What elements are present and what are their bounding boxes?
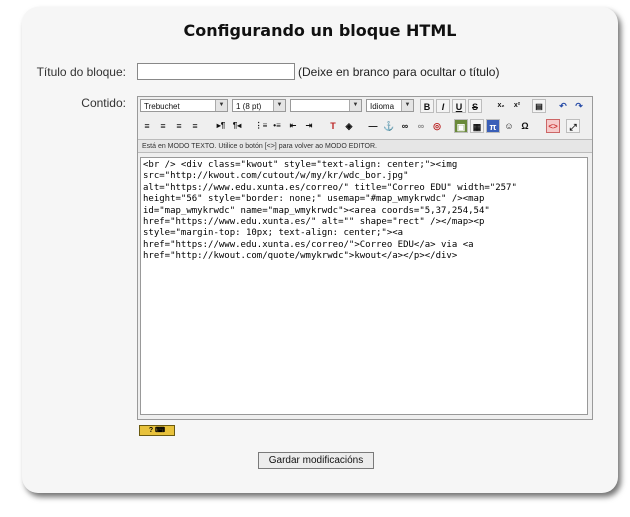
toolbar-row-2: ≡ ≡ ≡ ≡ ▸¶ ¶◂ ⋮≡ •≡ ⇤ ⇥ T ◈ — ⚓ ∞ ∞ ◎ ▣ …	[138, 117, 592, 135]
align-right-icon[interactable]: ≡	[172, 119, 186, 133]
html-editor: Trebuchet ▼ 1 (8 pt) ▼ ▼ Idioma ▼ B I U S x…	[137, 96, 593, 420]
horizontal-rule-icon[interactable]: —	[366, 119, 380, 133]
math-pi-icon[interactable]: π	[486, 119, 500, 133]
ordered-list-icon[interactable]: ⋮≡	[254, 119, 268, 133]
align-justify-icon[interactable]: ≡	[188, 119, 202, 133]
image-icon[interactable]: ▣	[454, 119, 468, 133]
ltr-icon[interactable]: ▸¶	[214, 119, 228, 133]
page-title: Configurando un bloque HTML	[183, 21, 457, 40]
redo-icon[interactable]: ↷	[572, 99, 586, 113]
italic-button[interactable]: I	[436, 99, 450, 113]
table-icon[interactable]: ▦	[470, 119, 484, 133]
smiley-icon[interactable]: ☺	[502, 119, 516, 133]
format-select[interactable]: ▼	[290, 99, 362, 112]
chevron-down-icon: ▼	[273, 100, 285, 111]
font-family-select[interactable]: Trebuchet ▼	[140, 99, 228, 112]
html-source-textarea[interactable]: <br /> <div class="kwout" style="text-al…	[140, 157, 588, 415]
underline-button[interactable]: U	[452, 99, 466, 113]
rtl-icon[interactable]: ¶◂	[230, 119, 244, 133]
block-title-hint: (Deixe en branco para ocultar o título)	[298, 65, 500, 79]
chevron-down-icon: ▼	[215, 100, 227, 111]
fullscreen-icon[interactable]: ⤢	[566, 119, 580, 133]
background-color-icon[interactable]: ◈	[342, 119, 356, 133]
anchor-icon[interactable]: ⚓	[382, 119, 396, 133]
chevron-down-icon: ▼	[349, 100, 361, 111]
block-title-input[interactable]	[137, 63, 295, 80]
special-char-icon[interactable]: Ω	[518, 119, 532, 133]
config-panel: Configurando un bloque HTML Título do bl…	[22, 7, 618, 493]
save-button[interactable]: Gardar modificacións	[258, 452, 374, 469]
bold-button[interactable]: B	[420, 99, 434, 113]
no-link-icon[interactable]: ◎	[430, 119, 444, 133]
superscript-button[interactable]: x²	[510, 99, 524, 113]
unlink-icon[interactable]: ∞	[414, 119, 428, 133]
language-select[interactable]: Idioma ▼	[366, 99, 414, 112]
link-icon[interactable]: ∞	[398, 119, 412, 133]
align-left-icon[interactable]: ≡	[140, 119, 154, 133]
html-source-toggle[interactable]: <>	[546, 119, 560, 133]
text-color-icon[interactable]: T	[326, 119, 340, 133]
strikethrough-button[interactable]: S	[468, 99, 482, 113]
font-size-select[interactable]: 1 (8 pt) ▼	[232, 99, 286, 112]
undo-icon[interactable]: ↶	[556, 99, 570, 113]
help-icon[interactable]: ? ⌨	[139, 425, 175, 436]
unordered-list-icon[interactable]: •≡	[270, 119, 284, 133]
paste-word-icon[interactable]: ▤	[532, 99, 546, 113]
content-label: Contido:	[81, 96, 126, 110]
block-title-label: Título do bloque:	[36, 65, 126, 79]
editor-status: Está en MODO TEXTO. Utilice o botón [<>]…	[138, 139, 592, 153]
outdent-icon[interactable]: ⇤	[286, 119, 300, 133]
chevron-down-icon: ▼	[401, 100, 413, 111]
indent-icon[interactable]: ⇥	[302, 119, 316, 133]
subscript-button[interactable]: x₂	[494, 99, 508, 113]
toolbar-row-1: Trebuchet ▼ 1 (8 pt) ▼ ▼ Idioma ▼ B I U S x…	[138, 97, 592, 115]
align-center-icon[interactable]: ≡	[156, 119, 170, 133]
